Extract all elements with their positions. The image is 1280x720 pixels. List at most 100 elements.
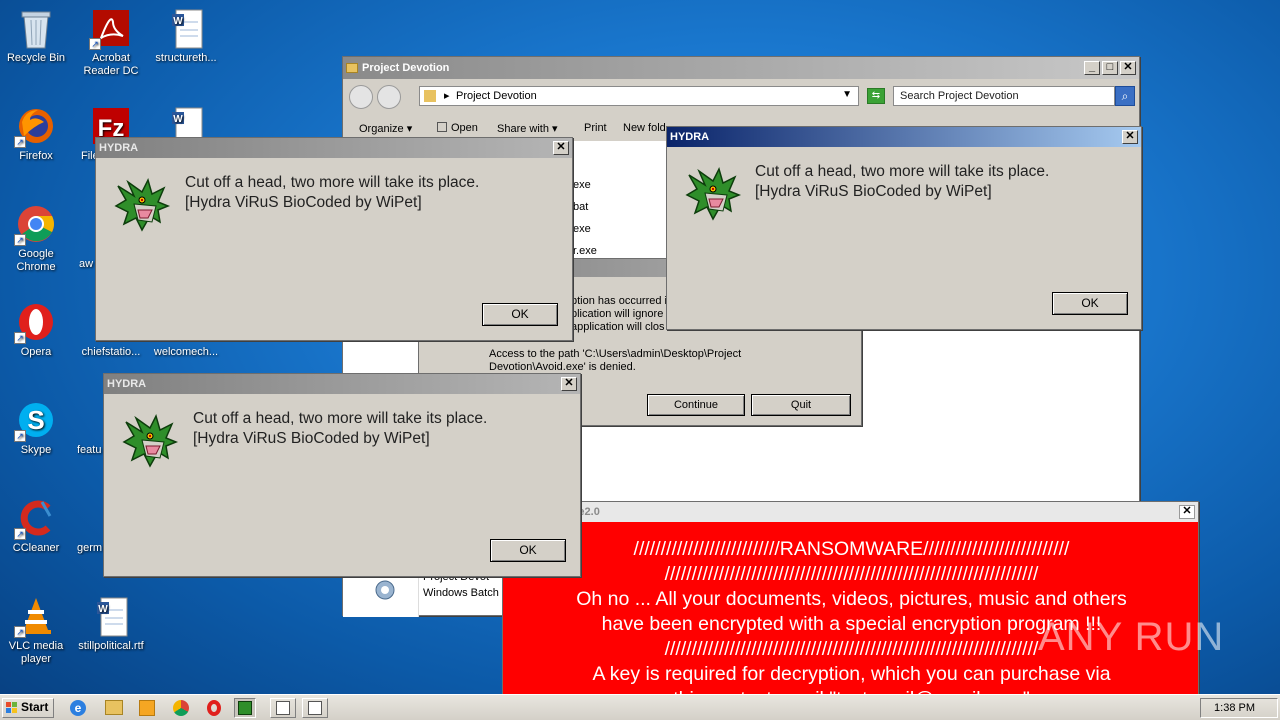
explorer-title: Project Devotion	[362, 62, 450, 74]
file-item[interactable]: exe	[573, 223, 591, 235]
start-label: Start	[21, 700, 49, 714]
organize-menu[interactable]: Organize ▾	[359, 122, 412, 135]
back-button[interactable]	[349, 85, 373, 109]
ok-button[interactable]: OK	[482, 303, 558, 326]
refresh-icon[interactable]: ⇆	[867, 88, 885, 104]
ransomware-window[interactable]: are2.0 ✕ ///////////////////////////RANS…	[502, 501, 1199, 720]
address-text: Project Devotion	[456, 90, 537, 102]
desktop-icon-opera[interactable]: ↗ Opera	[0, 302, 74, 359]
internet-explorer-icon[interactable]: e	[70, 700, 86, 716]
file-item[interactable]: exe	[573, 179, 591, 191]
batch-file-icon	[365, 575, 407, 605]
desktop-icon-ccleaner[interactable]: ↗ CCleaner	[0, 498, 74, 555]
ransom-divider: ////////////////////////////////////////…	[664, 563, 1039, 585]
icon-label: Firefox	[19, 150, 53, 162]
close-button[interactable]: ✕	[1122, 130, 1138, 144]
window-icon	[308, 701, 322, 715]
desktop-icon-vlc[interactable]: ↗ VLC media player	[0, 596, 74, 666]
ransom-text: A key is required for decryption, which …	[592, 663, 1111, 685]
desktop-icon-skype[interactable]: S ↗ Skype	[0, 400, 74, 457]
address-field[interactable]: ▸ Project Devotion ▼	[419, 86, 859, 106]
acrobat-icon: ↗	[89, 8, 131, 50]
hydra-dragon-icon	[114, 177, 171, 232]
forward-button[interactable]	[377, 85, 401, 109]
close-button[interactable]: ✕	[1120, 61, 1136, 75]
address-chevron-icon: ▸	[444, 90, 450, 102]
open-label: Open	[451, 122, 478, 134]
svg-text:W: W	[173, 16, 183, 27]
hydra-titlebar[interactable]: HYDRA ✕	[104, 374, 580, 394]
desktop-icon-acrobat[interactable]: ↗ Acrobat Reader DC	[73, 8, 149, 78]
icon-label: Skype	[20, 444, 52, 456]
hydra-message-line2: [Hydra ViRuS BioCoded by WiPet]	[185, 194, 422, 211]
ransomware-titlebar[interactable]: are2.0 ✕	[503, 502, 1198, 522]
close-button[interactable]: ✕	[553, 141, 569, 155]
explorer-icon[interactable]	[105, 700, 123, 715]
continue-button[interactable]: Continue	[647, 394, 745, 416]
hydra-title: HYDRA	[670, 131, 710, 143]
quit-button[interactable]: Quit	[751, 394, 851, 416]
svg-text:W: W	[173, 114, 183, 125]
desktop-icon-recycle-bin[interactable]: Recycle Bin	[0, 8, 74, 65]
file-item[interactable]: bat	[573, 201, 588, 213]
chrome-taskbar-icon[interactable]	[173, 700, 189, 716]
close-button[interactable]: ✕	[1179, 505, 1195, 519]
word-document-icon: W	[166, 8, 206, 49]
hydra-dialog[interactable]: HYDRA ✕ Cut off a head, two more will ta…	[666, 126, 1142, 330]
folder-icon	[424, 90, 436, 102]
recycle-bin-icon	[16, 8, 56, 49]
search-icon[interactable]: ⌕	[1115, 86, 1135, 106]
hydra-dialog[interactable]: HYDRA ✕ Cut off a head, two more will ta…	[95, 137, 573, 341]
icon-label: Acrobat Reader DC	[83, 52, 139, 77]
window-icon	[276, 701, 290, 715]
ok-button[interactable]: OK	[1052, 292, 1128, 315]
icon-label: CCleaner	[12, 542, 60, 554]
print-button[interactable]: Print	[584, 122, 607, 134]
error-line: ption has occurred in	[571, 295, 674, 307]
hydra-message-line2: [Hydra ViRuS BioCoded by WiPet]	[755, 183, 992, 200]
ransom-text: Oh no ... All your documents, videos, pi…	[576, 588, 1127, 610]
skype-icon: S ↗	[14, 400, 56, 442]
chevron-down-icon[interactable]: ▼	[842, 89, 852, 100]
share-with-label: Share with	[497, 123, 549, 135]
maximize-button[interactable]: □	[1102, 61, 1118, 75]
desktop-icon-stillpolitical[interactable]: W stillpolitical.rtf	[73, 596, 149, 653]
chrome-icon: ↗	[14, 204, 56, 246]
taskbar-item-hydra[interactable]	[234, 698, 256, 718]
firefox-icon: ↗	[14, 106, 56, 148]
desktop-icon-structureth[interactable]: W structureth...	[148, 8, 224, 65]
word-document-icon: W	[91, 596, 131, 637]
ok-button[interactable]: OK	[490, 539, 566, 562]
desktop-icon-google-chrome[interactable]: ↗ Google Chrome	[0, 204, 74, 274]
open-button[interactable]: Open	[437, 122, 478, 134]
error-message: Access to the path 'C:\Users\admin\Deskt…	[489, 348, 742, 373]
taskbar-item-app[interactable]	[302, 698, 328, 718]
hydra-title: HYDRA	[107, 378, 147, 390]
desktop-icon-firefox[interactable]: ↗ Firefox	[0, 106, 74, 163]
start-button[interactable]: Start	[2, 698, 54, 718]
opera-icon: ↗	[14, 302, 56, 344]
hydra-message-line1: Cut off a head, two more will take its p…	[185, 174, 480, 191]
open-icon	[437, 122, 447, 132]
minimize-button[interactable]: _	[1084, 61, 1100, 75]
close-button[interactable]: ✕	[561, 377, 577, 391]
opera-taskbar-icon[interactable]	[207, 700, 221, 716]
explorer-titlebar[interactable]: Project Devotion _ □ ✕	[343, 57, 1139, 79]
folder-icon	[346, 63, 358, 73]
hydra-message-line1: Cut off a head, two more will take its p…	[193, 410, 488, 427]
search-input[interactable]: Search Project Devotion	[893, 86, 1115, 106]
ransom-heading: ///////////////////////////RANSOMWARE///…	[633, 538, 1070, 560]
media-player-icon[interactable]	[139, 700, 155, 716]
icon-label: stillpolitical.rtf	[78, 640, 144, 652]
taskbar-item-app[interactable]	[270, 698, 296, 718]
hydra-dialog[interactable]: HYDRA ✕ Cut off a head, two more will ta…	[103, 373, 581, 577]
hydra-dragon-icon	[685, 166, 742, 221]
hydra-titlebar[interactable]: HYDRA ✕	[667, 127, 1141, 147]
new-folder-button[interactable]: New fold	[623, 122, 666, 134]
clock[interactable]: 1:38 PM	[1214, 702, 1255, 714]
file-item[interactable]: r.exe	[573, 245, 597, 257]
hydra-titlebar[interactable]: HYDRA ✕	[96, 138, 572, 158]
share-with-menu[interactable]: Share with ▾	[497, 122, 558, 135]
icon-label: chiefstatio...	[81, 346, 141, 358]
search-placeholder: Search Project Devotion	[900, 90, 1019, 102]
